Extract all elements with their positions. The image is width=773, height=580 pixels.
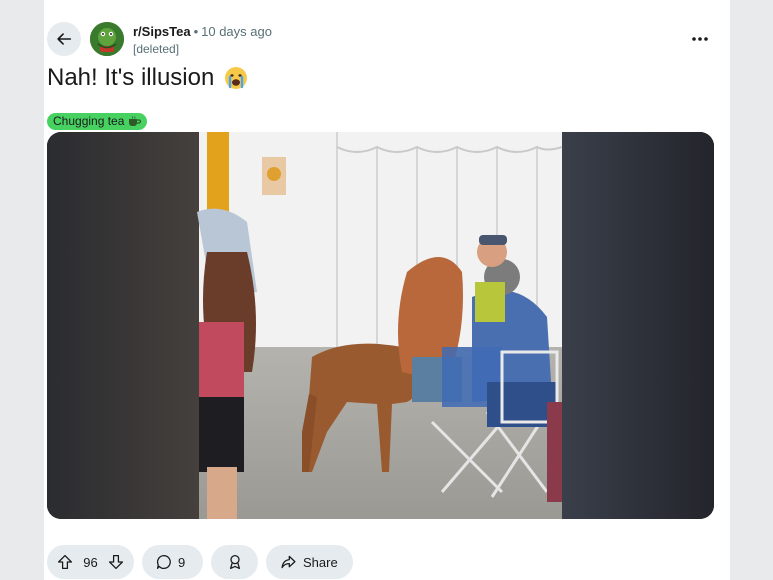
post-title-text: Nah! It's illusion xyxy=(47,64,215,91)
more-horizontal-icon xyxy=(692,37,708,41)
comment-bubble-icon xyxy=(156,554,171,570)
vote-control: 96 xyxy=(47,545,134,579)
meta-separator: • xyxy=(193,24,199,39)
post-author: [deleted] xyxy=(133,42,180,56)
downvote-button[interactable] xyxy=(108,554,124,570)
vote-count: 96 xyxy=(83,554,98,570)
downvote-arrow-icon xyxy=(108,554,124,570)
more-options-button[interactable] xyxy=(688,28,712,50)
crying-face-emoji-icon xyxy=(225,67,248,89)
back-button[interactable] xyxy=(47,22,81,56)
post-meta: r/SipsTea • 10 days ago xyxy=(133,24,272,40)
upvote-arrow-icon xyxy=(57,554,73,570)
post-media-video[interactable] xyxy=(47,132,714,519)
video-frame-image xyxy=(47,132,714,519)
subreddit-avatar[interactable] xyxy=(90,22,124,56)
post-card: r/SipsTea • 10 days ago [deleted] Nah! It'… xyxy=(44,0,730,580)
subreddit-avatar-image xyxy=(90,22,124,56)
subreddit-name[interactable]: r/SipsTea xyxy=(133,24,191,39)
tea-cup-icon xyxy=(129,116,142,126)
share-arrow-icon xyxy=(281,555,296,569)
arrow-left-icon xyxy=(57,33,72,45)
award-button[interactable] xyxy=(211,545,258,579)
comment-count: 9 xyxy=(178,554,186,570)
flair-label: Chugging tea xyxy=(53,114,125,128)
upvote-button[interactable] xyxy=(57,554,73,570)
award-ribbon-icon xyxy=(229,554,240,570)
post-time: 10 days ago xyxy=(201,24,272,39)
comments-button[interactable]: 9 xyxy=(142,545,203,579)
post-flair[interactable]: Chugging tea xyxy=(47,113,148,130)
share-label: Share xyxy=(303,554,338,570)
share-button[interactable]: Share xyxy=(266,545,353,579)
post-action-bar: 96 9 Share xyxy=(47,545,353,579)
post-title: Nah! It's illusion xyxy=(47,63,248,93)
